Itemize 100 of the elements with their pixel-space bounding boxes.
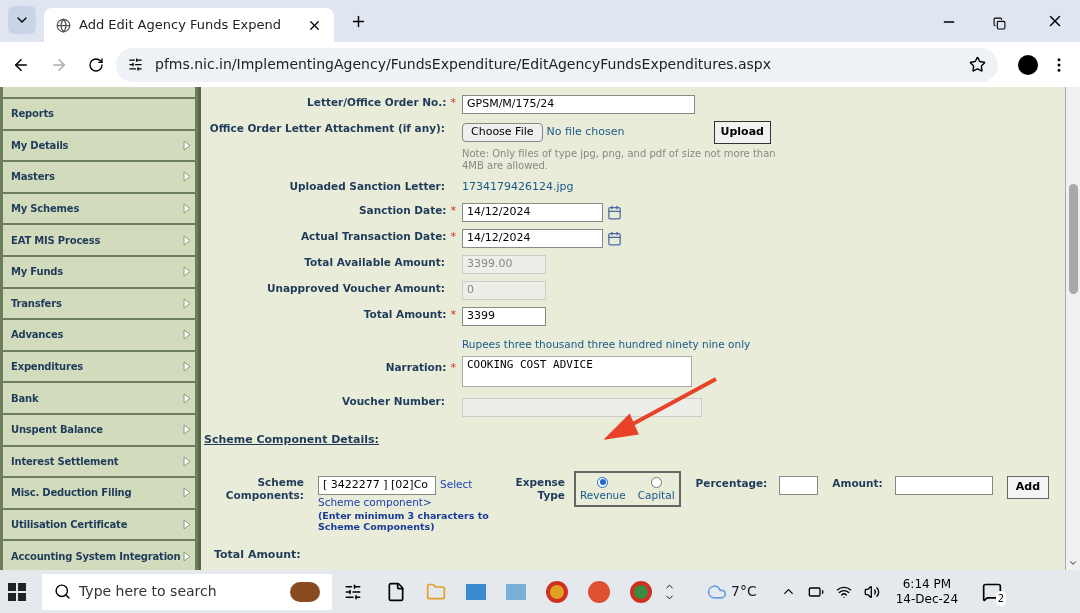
date-field[interactable]: 14/12/2024 — [462, 228, 603, 248]
app-icon[interactable] — [466, 583, 486, 600]
amount-field[interactable] — [894, 475, 993, 495]
sidebar-label: My Funds — [11, 265, 64, 280]
amount-in-words: Rupees three thousand three hundred ninety nine only — [462, 337, 751, 350]
notification-icon — [982, 581, 1003, 602]
sidebar-label: EAT MIS Process — [11, 233, 101, 248]
required-mark: * — [450, 202, 456, 219]
scrollbar[interactable] — [1065, 87, 1080, 570]
field-label: Voucher Number: — [341, 394, 445, 409]
field-label: Office Order Letter Attachment (if any): — [209, 121, 445, 136]
field-label: Narration: — [385, 360, 447, 375]
sidebar-label: Transfers — [11, 296, 62, 311]
required-mark: * — [450, 228, 456, 245]
sidebar-item[interactable]: Expenditures — [3, 351, 195, 382]
sidebar-item[interactable]: Misc. Deduction Filing — [3, 478, 195, 508]
volume-icon — [863, 583, 880, 600]
sidebar-item[interactable]: Accounting System Integration — [3, 541, 195, 570]
date-field[interactable]: 14/12/2024 — [462, 202, 603, 222]
sidebar-item[interactable]: Masters — [3, 162, 195, 192]
add-button[interactable]: Add — [1006, 475, 1050, 499]
field-label: Scheme Components: — [224, 475, 304, 502]
sidebar-label: Accounting System Integration — [11, 549, 181, 564]
sidebar-item[interactable]: My Schemes — [3, 193, 195, 224]
narration-textarea[interactable]: COOKING COST ADVICE — [462, 356, 692, 387]
sidebar-label: My Schemes — [11, 202, 80, 217]
total-amount-field[interactable]: 3399 — [462, 306, 546, 326]
bookmark-star-icon — [969, 56, 986, 73]
sidebar-label: Advances — [11, 328, 64, 343]
radio-label: Revenue — [580, 487, 626, 503]
sidebar-label: Unspent Balance — [11, 423, 103, 438]
radio-label: Capital — [637, 487, 675, 503]
notification-button[interactable]: 2 — [982, 581, 1003, 602]
field-label: Percentage: — [695, 475, 768, 491]
field-label: Total Available Amount: — [304, 254, 445, 270]
new-tab-icon[interactable] — [350, 13, 367, 30]
sidebar-label: My Details — [11, 138, 69, 153]
percentage-field[interactable] — [779, 475, 819, 495]
app-icon[interactable] — [588, 580, 610, 603]
required-mark: * — [450, 360, 456, 376]
scheme-component-field[interactable]: [ 3422277 ] [02]Co — [318, 475, 436, 495]
field-label: Sanction Date: — [359, 202, 447, 218]
sidebar-item[interactable]: Reports — [3, 99, 195, 129]
sidebar-item[interactable]: Unspent Balance — [3, 414, 195, 445]
scheme-hint: (Enter minimum 3 characters to Scheme Components) — [318, 510, 490, 533]
browser-tab[interactable]: Add Edit Agency Funds Expend — [44, 8, 334, 42]
field-label: Total Amount: — [214, 547, 302, 564]
site-info-icon — [128, 57, 143, 72]
section-heading: Scheme Component Details: — [204, 432, 379, 448]
order-number-field[interactable]: GPSM/M/175/24 — [462, 95, 695, 114]
sidebar-label: Utilisation Certificate — [11, 518, 128, 532]
sidebar-item[interactable]: Bank — [3, 383, 195, 413]
upload-button[interactable]: Upload — [713, 121, 771, 144]
sidebar-item[interactable]: My Funds — [3, 256, 195, 287]
reload-icon[interactable] — [88, 56, 104, 73]
clock-date: 14-Dec-24 — [895, 591, 959, 607]
tab-list-button[interactable] — [8, 6, 36, 34]
search-placeholder: Type here to search — [79, 582, 218, 601]
uploaded-file-link[interactable]: 1734179426124.jpg — [462, 179, 574, 196]
clock[interactable]: 6:14 PM 14-Dec-24 — [895, 576, 959, 607]
voucher-number-field[interactable] — [462, 398, 702, 417]
address-bar[interactable]: pfms.nic.in/ImplementingAgency/FundsExpenditure/EditAgencyFundsExpenditures.aspx — [116, 47, 998, 82]
profile-avatar[interactable] — [1018, 54, 1038, 75]
sidebar-item[interactable]: Transfers — [3, 288, 195, 319]
field-label: Total Amount: — [363, 306, 447, 322]
globe-icon — [56, 17, 71, 33]
scrollbar-thumb[interactable] — [1068, 183, 1078, 294]
file-note: Note: Only files of type jpg, png, and pdf of size not more than 4MB are allowed. — [462, 148, 777, 172]
field-label: Unapproved Voucher Amount: — [267, 280, 445, 296]
restore-icon[interactable] — [993, 17, 1006, 30]
required-mark: * — [450, 95, 456, 111]
sidebar-item[interactable]: Utilisation Certificate — [3, 509, 195, 540]
sidebar-item[interactable]: Advances — [3, 320, 195, 350]
select-link[interactable]: Select — [440, 477, 473, 493]
browser-icon[interactable] — [630, 580, 652, 603]
windows-logo-icon[interactable] — [8, 582, 26, 601]
sidebar-label: Reports — [11, 107, 54, 122]
file-status: No file chosen — [546, 124, 626, 141]
choose-file-button[interactable]: Choose File — [462, 123, 543, 142]
field-label: Expense Type — [514, 475, 565, 502]
sidebar-label: Interest Settlement — [11, 454, 119, 469]
field-label: Letter/Office Order No.: — [307, 95, 447, 110]
field-label: Actual Transaction Date: — [300, 228, 447, 244]
calendar-icon[interactable] — [607, 204, 622, 220]
sidebar-item[interactable]: Interest Settlement — [3, 446, 195, 477]
taskbar-search[interactable]: Type here to search — [42, 573, 332, 610]
sidebar-label: Masters — [11, 170, 55, 185]
sidebar-item[interactable]: EAT MIS Process — [3, 225, 195, 255]
weather-text[interactable]: 7°C — [731, 581, 757, 602]
search-icon — [54, 583, 71, 600]
radio-option[interactable]: Revenue — [580, 476, 626, 504]
clock-time: 6:14 PM — [902, 576, 952, 592]
url-text: pfms.nic.in/ImplementingAgency/FundsExpenditure/EditAgencyFundsExpenditures.aspx — [155, 55, 773, 74]
sidebar-item[interactable]: My Details — [3, 130, 195, 161]
calendar-icon[interactable] — [607, 230, 622, 246]
field-label: Uploaded Sanction Letter: — [289, 179, 445, 194]
radio-option[interactable]: Capital — [637, 476, 675, 504]
browser-icon[interactable] — [546, 580, 568, 603]
select-link[interactable]: Scheme component> — [318, 494, 508, 511]
file-icon[interactable] — [386, 581, 406, 602]
